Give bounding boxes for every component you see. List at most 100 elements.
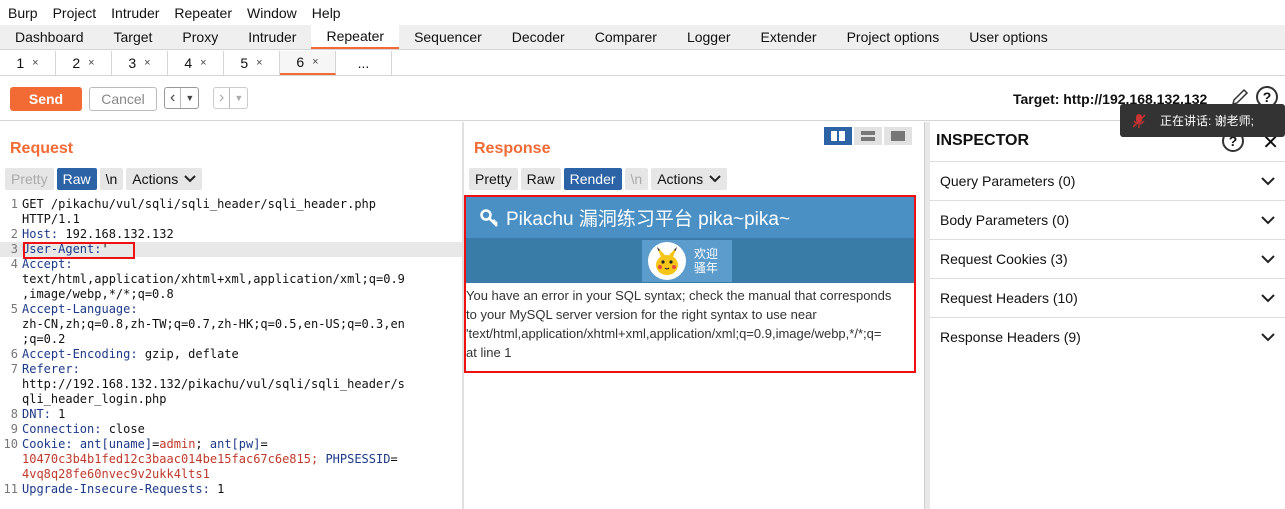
request-line: ;q=0.2 [0, 332, 462, 347]
line-number [0, 332, 22, 347]
tab-extender[interactable]: Extender [746, 25, 832, 49]
tab-pretty[interactable]: Pretty [469, 168, 518, 190]
user-badge[interactable]: 欢迎 骚年 [642, 240, 732, 282]
line-text: ,image/webp,*/*;q=0.8 [22, 287, 174, 301]
repeater-tab-5[interactable]: 5 × [224, 51, 280, 75]
cancel-button[interactable]: Cancel [89, 87, 157, 111]
actions-dropdown[interactable]: Actions [126, 168, 203, 190]
key-icon [480, 208, 498, 227]
inspector-panel: INSPECTOR ? ✕ Query Parameters (0) Body P… [930, 122, 1285, 509]
pikachu-header: Pikachu 漏洞练习平台 pika~pika~ [466, 197, 914, 238]
layout-side-by-side-icon[interactable] [824, 127, 852, 145]
request-line: 7 Referer: [0, 362, 462, 377]
tab-logger[interactable]: Logger [672, 25, 746, 49]
request-line: 6 Accept-Encoding: gzip, deflate [0, 347, 462, 362]
error-line: at line 1 [466, 345, 512, 360]
inspector-section[interactable]: Body Parameters (0) [930, 200, 1285, 239]
tab-raw[interactable]: Raw [56, 168, 97, 190]
menu-item-window[interactable]: Window [247, 5, 297, 21]
request-line: 1 GET /pikachu/vul/sqli/sqli_header/sqli_… [0, 197, 462, 212]
header-value: close [101, 422, 145, 436]
chevron-left-icon: ‹ [165, 88, 182, 108]
cookie-equals: = [390, 452, 398, 466]
request-line: 10 Cookie: ant[uname]=admin; ant[pw]= [0, 437, 462, 452]
microphone-muted-icon [1132, 113, 1146, 128]
inspector-section-label: Request Cookies (3) [940, 251, 1068, 267]
tab-user-options[interactable]: User options [954, 25, 1063, 49]
close-tab-icon[interactable]: × [144, 57, 150, 69]
header-name: Referer [22, 362, 73, 376]
chevron-down-icon [1261, 293, 1275, 302]
line-number [0, 212, 22, 227]
tab-pretty[interactable]: Pretty [5, 168, 54, 190]
repeater-tab-3[interactable]: 3 × [112, 51, 168, 75]
tab-newline[interactable]: \n [624, 168, 649, 190]
repeater-tab-6[interactable]: 6 × [280, 51, 336, 75]
inspector-section[interactable]: Query Parameters (0) [930, 161, 1285, 200]
inspector-section[interactable]: Response Headers (9) [930, 317, 1285, 356]
actions-label: Actions [657, 171, 704, 187]
request-view-tabs: Pretty Raw \n Actions [5, 168, 203, 190]
tab-decoder[interactable]: Decoder [497, 25, 580, 49]
user-agent-highlight [23, 242, 135, 259]
tab-comparer[interactable]: Comparer [580, 25, 672, 49]
speaking-text: 正在讲话: 谢老师; [1160, 114, 1255, 128]
inspector-section[interactable]: Request Cookies (3) [930, 239, 1285, 278]
close-tab-icon[interactable]: × [88, 57, 94, 69]
close-tab-icon[interactable]: × [256, 57, 262, 69]
tab-raw[interactable]: Raw [520, 168, 561, 190]
layout-tabs-icon[interactable] [884, 127, 912, 145]
menu-item-intruder[interactable]: Intruder [111, 5, 159, 21]
close-tab-icon[interactable]: × [32, 57, 38, 69]
error-line: 'text/html,application/xhtml+xml,applica… [466, 326, 882, 341]
rendered-response: Pikachu 漏洞练习平台 pika~pika~ 欢迎 骚年 You have… [464, 195, 916, 373]
request-line: http://192.168.132.132/pikachu/vul/sqli/… [0, 377, 462, 392]
repeater-tab-7[interactable]: ... [336, 51, 392, 75]
chevron-down-icon [184, 175, 196, 183]
chevron-down-icon [709, 175, 721, 183]
close-tab-icon[interactable]: × [200, 57, 206, 69]
chevron-down-icon [1261, 176, 1275, 185]
tab-proxy[interactable]: Proxy [167, 25, 233, 49]
welcome-line-1: 欢迎 [694, 247, 719, 261]
layout-stacked-icon[interactable] [854, 127, 882, 145]
tab-repeater[interactable]: Repeater [311, 25, 400, 49]
tab-intruder[interactable]: Intruder [233, 25, 311, 49]
history-back-button[interactable]: ‹ ▼ [164, 87, 200, 109]
actions-dropdown[interactable]: Actions [651, 168, 728, 190]
response-view-tabs: Pretty Raw Render \n Actions [469, 168, 728, 190]
repeater-tab-4[interactable]: 4 × [168, 51, 224, 75]
inspector-section-label: Query Parameters (0) [940, 173, 1076, 189]
menu-item-burp[interactable]: Burp [8, 5, 38, 21]
tab-dashboard[interactable]: Dashboard [0, 25, 99, 49]
repeater-tab-label: ... [357, 55, 370, 71]
line-number [0, 392, 22, 407]
header-name: Accept [22, 257, 66, 271]
request-line: HTTP/1.1 [0, 212, 462, 227]
close-tab-icon[interactable]: × [312, 56, 318, 68]
chevron-down-icon [1261, 332, 1275, 341]
tab-target[interactable]: Target [99, 25, 168, 49]
menu-item-repeater[interactable]: Repeater [174, 5, 232, 21]
repeater-tab-1[interactable]: 1 × [0, 51, 56, 75]
header-line: Accept-Encoding: gzip, deflate [22, 347, 239, 361]
menu-item-help[interactable]: Help [312, 5, 341, 21]
send-button[interactable]: Send [10, 87, 82, 111]
cookie-name: PHPSESSID [325, 452, 391, 466]
header-line: Connection: close [22, 422, 145, 436]
menu-item-project[interactable]: Project [53, 5, 97, 21]
history-forward-button[interactable]: › ▼ [213, 87, 249, 109]
tab-project-options[interactable]: Project options [832, 25, 955, 49]
request-line: 11 Upgrade-Insecure-Requests: 1 [0, 482, 462, 497]
inspector-section[interactable]: Request Headers (10) [930, 278, 1285, 317]
dropdown-arrow-icon[interactable]: ▼ [181, 93, 198, 103]
header-value: 192.168.132.132 [58, 227, 174, 241]
error-line: to your MySQL server version for the rig… [466, 307, 817, 322]
header-name: Upgrade-Insecure-Requests [22, 482, 203, 496]
repeater-tab-2[interactable]: 2 × [56, 51, 112, 75]
dropdown-arrow-icon[interactable]: ▼ [230, 93, 247, 103]
tab-render[interactable]: Render [563, 168, 622, 190]
cookie-line: 4vq8q28fe60nvec9v2ukk4lts1 [22, 467, 210, 482]
tab-sequencer[interactable]: Sequencer [399, 25, 497, 49]
tab-newline[interactable]: \n [99, 168, 124, 190]
